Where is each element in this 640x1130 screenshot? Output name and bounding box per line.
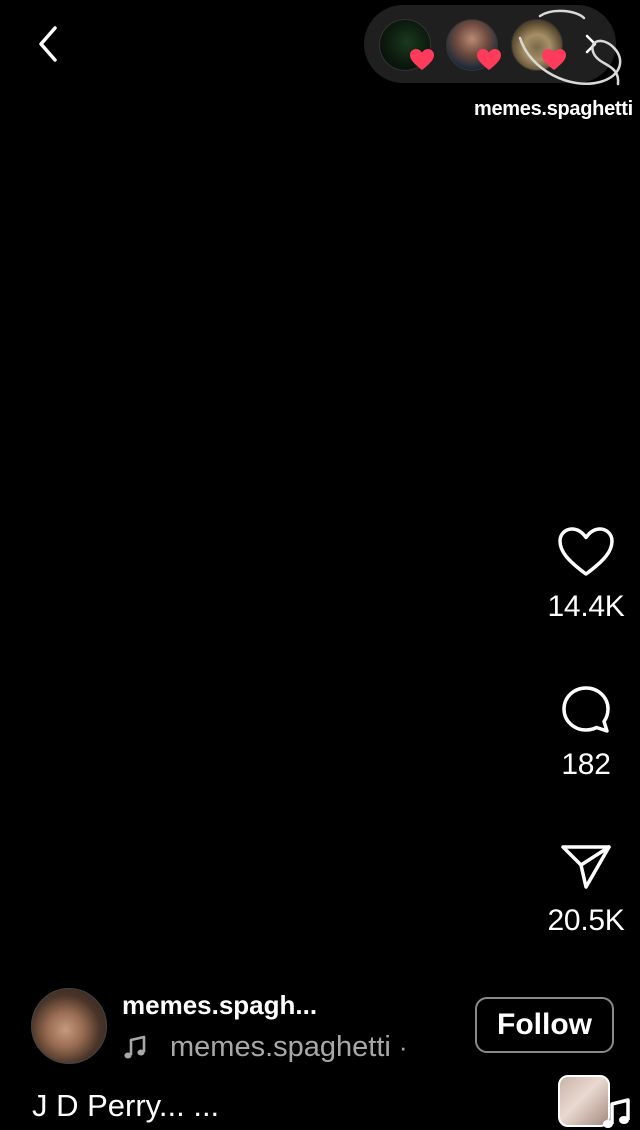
author-username[interactable]: memes.spagh... (122, 990, 317, 1021)
share-button[interactable]: 20.5K (536, 836, 636, 938)
heart-badge-icon (477, 49, 501, 70)
audio-link[interactable]: memes.spaghetti · (122, 1031, 408, 1064)
liked-by-friends-pill[interactable] (364, 5, 616, 83)
author-avatar[interactable] (31, 988, 107, 1064)
comment-count: 182 (561, 748, 611, 781)
chevron-left-icon (39, 26, 57, 62)
post-caption[interactable]: J D Perry... ... (32, 1088, 219, 1124)
follow-button[interactable]: Follow (475, 997, 614, 1053)
back-button[interactable] (26, 22, 70, 66)
audio-separator: · (398, 1032, 408, 1062)
audio-thumbnail[interactable] (558, 1075, 610, 1127)
audio-name: memes.spaghetti (170, 1031, 391, 1063)
share-count: 20.5K (547, 904, 625, 937)
heart-badge-icon (542, 49, 566, 70)
like-button[interactable]: 14.4K (536, 522, 636, 624)
music-note-icon (124, 1035, 146, 1058)
heart-badge-icon (410, 49, 434, 70)
comment-button[interactable]: 182 (536, 680, 636, 782)
chevron-right-icon (585, 34, 597, 54)
paper-plane-icon (561, 845, 611, 889)
speech-bubble-icon (562, 686, 610, 733)
heart-outline-icon (558, 527, 614, 576)
watermark-text: memes.spaghetti (474, 98, 633, 120)
like-count: 14.4K (547, 590, 625, 623)
